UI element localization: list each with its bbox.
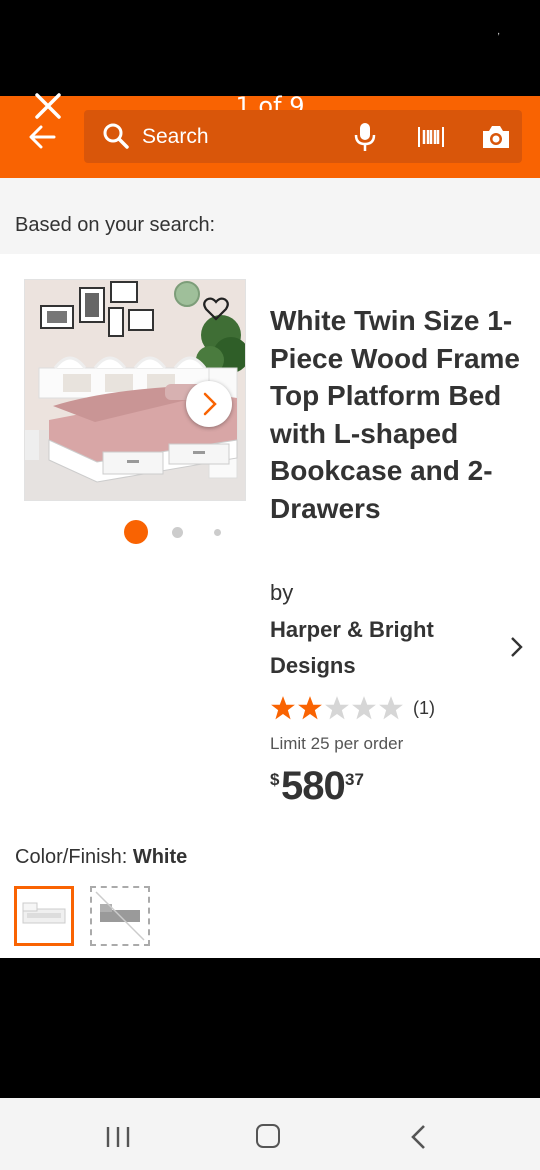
heart-icon[interactable] bbox=[203, 297, 229, 321]
star-empty-icon bbox=[379, 696, 403, 720]
star-empty-icon bbox=[325, 696, 349, 720]
rating-count[interactable]: (1) bbox=[413, 698, 435, 719]
carousel-dots bbox=[124, 520, 234, 544]
camera-icon[interactable] bbox=[481, 124, 511, 150]
screen: , 1 of 9 Search Based on your search: Wh… bbox=[0, 0, 540, 1170]
product-title: White Twin Size 1-Piece Wood Frame Top P… bbox=[270, 305, 521, 524]
next-image-button[interactable] bbox=[186, 381, 232, 427]
search-context-label: Based on your search: bbox=[15, 214, 216, 236]
carousel-dot-active[interactable] bbox=[124, 520, 148, 544]
chevron-right-icon[interactable] bbox=[505, 635, 527, 659]
swatch-white[interactable] bbox=[14, 886, 74, 946]
barcode-icon[interactable] bbox=[418, 126, 444, 148]
price-currency: $ bbox=[270, 770, 280, 789]
search-input[interactable]: Search bbox=[142, 125, 209, 149]
back-arrow-icon[interactable] bbox=[28, 124, 56, 150]
carousel-dot[interactable] bbox=[214, 529, 221, 536]
price-dollars: 580 bbox=[281, 764, 346, 808]
rating-stars[interactable] bbox=[270, 695, 410, 721]
star-filled-icon bbox=[298, 696, 322, 720]
price-cents: 37 bbox=[345, 770, 364, 789]
color-finish-value: White bbox=[132, 846, 188, 868]
home-icon[interactable] bbox=[256, 1124, 280, 1148]
status-indicator: , bbox=[497, 26, 500, 37]
chevron-right-icon bbox=[203, 392, 217, 416]
status-bar: , bbox=[0, 0, 540, 96]
back-icon[interactable] bbox=[410, 1124, 428, 1150]
brand-link[interactable]: Harper & Bright Designs bbox=[270, 612, 490, 684]
swatch-gray-thumbnail bbox=[95, 891, 145, 941]
color-finish-title: Color/Finish: bbox=[15, 846, 128, 868]
by-label: by bbox=[270, 580, 294, 605]
star-filled-icon bbox=[271, 696, 295, 720]
search-icon bbox=[103, 123, 129, 149]
microphone-icon[interactable] bbox=[354, 122, 376, 152]
carousel-dot[interactable] bbox=[172, 527, 183, 538]
recent-apps-icon[interactable] bbox=[105, 1126, 131, 1148]
order-limit: Limit 25 per order bbox=[270, 734, 404, 753]
swatch-gray[interactable] bbox=[90, 886, 150, 946]
star-empty-icon bbox=[352, 696, 376, 720]
color-finish-label: Color/Finish: White bbox=[15, 846, 187, 869]
search-bar[interactable]: Search bbox=[84, 110, 522, 163]
swatch-white-thumbnail bbox=[22, 902, 66, 924]
